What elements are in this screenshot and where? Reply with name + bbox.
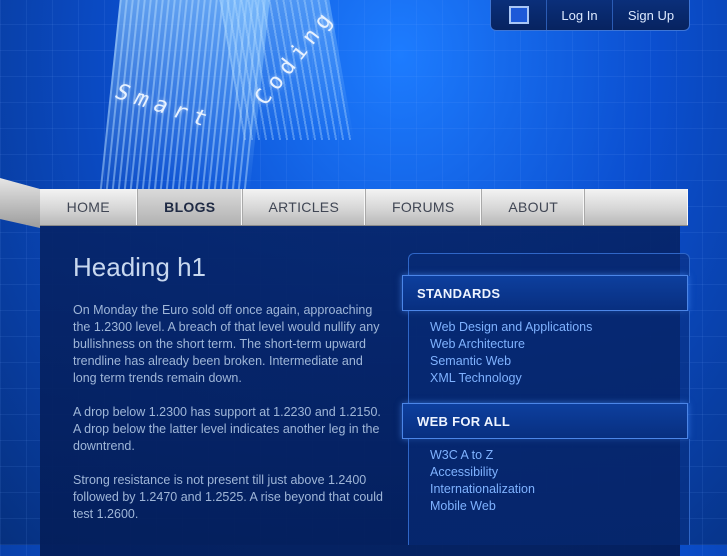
nav-item-blogs[interactable]: BLOGS xyxy=(137,189,244,225)
nav-item-home[interactable]: HOME xyxy=(40,189,138,225)
sidebar-link[interactable]: Web Architecture xyxy=(430,336,689,353)
sidebar-frame xyxy=(408,253,690,276)
sidebar-link[interactable]: Semantic Web xyxy=(430,353,689,370)
paragraph: On Monday the Euro sold off once again, … xyxy=(73,303,380,385)
nav-item-articles[interactable]: ARTICLES xyxy=(243,189,366,225)
signup-link[interactable]: Sign Up xyxy=(613,0,689,30)
square-icon-wrap[interactable] xyxy=(491,0,547,30)
sidebar-link[interactable]: Web Design and Applications xyxy=(430,319,689,336)
login-link[interactable]: Log In xyxy=(547,0,613,30)
sidebar-link[interactable]: Mobile Web xyxy=(430,498,689,515)
main-content: Heading h1 On Monday the Euro sold off o… xyxy=(73,252,385,540)
sidebar-link[interactable]: W3C A to Z xyxy=(430,447,689,464)
sidebar-link[interactable]: XML Technology xyxy=(430,370,689,387)
paragraph: A drop below 1.2300 has support at 1.223… xyxy=(73,405,381,453)
nav-item-about[interactable]: ABOUT xyxy=(482,189,586,225)
sidebar-section-web-for-all: W3C A to Z Accessibility Internationaliz… xyxy=(408,439,690,545)
nav-item-empty xyxy=(585,189,688,225)
sidebar-heading-standards: STANDARDS xyxy=(402,275,688,311)
paragraph: Strong resistance is not present till ju… xyxy=(73,473,383,521)
sidebar-link[interactable]: Internationalization xyxy=(430,481,689,498)
square-icon[interactable] xyxy=(508,6,529,24)
sidebar-link[interactable]: Accessibility xyxy=(430,464,689,481)
sidebar-section-standards: Web Design and Applications Web Architec… xyxy=(408,311,690,403)
nav-item-forums[interactable]: FORUMS xyxy=(366,189,482,225)
sidebar-heading-web-for-all: WEB FOR ALL xyxy=(402,403,688,439)
user-bar: Log In Sign Up xyxy=(490,0,690,31)
main-nav: HOME BLOGS ARTICLES FORUMS ABOUT xyxy=(40,189,688,226)
page-heading: Heading h1 xyxy=(73,252,206,282)
